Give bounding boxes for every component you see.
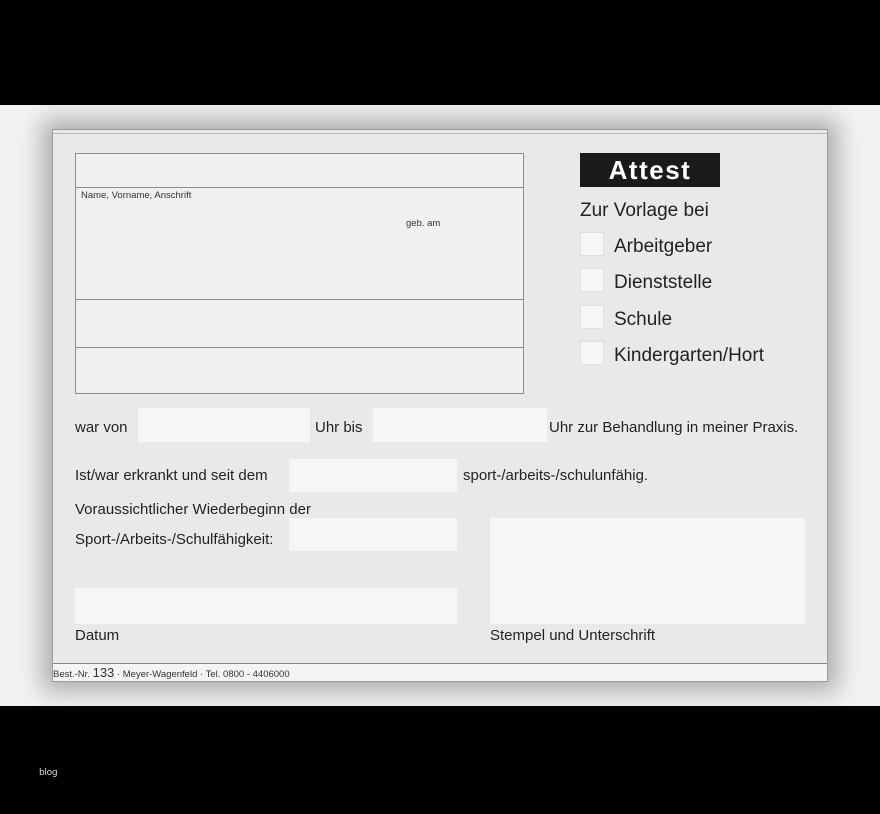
order-prefix: Best.-Nr. <box>53 669 90 680</box>
attest-form-card: Name, Vorname, Anschrift geb. am Attest … <box>52 129 828 682</box>
option-label: Schule <box>614 309 673 330</box>
resume-label-line1: Voraussichtlicher Wiederbeginn der <box>75 501 311 518</box>
card-top-rule <box>53 133 827 134</box>
birth-date-label: geb. am <box>406 218 441 229</box>
checkbox-schule[interactable] <box>580 305 604 329</box>
checkbox-dienststelle[interactable] <box>580 268 604 292</box>
visit-end-time-field[interactable] <box>373 408 547 442</box>
page-background: Name, Vorname, Anschrift geb. am Attest … <box>0 105 880 706</box>
checkbox-arbeitgeber[interactable] <box>580 232 604 256</box>
presentation-heading: Zur Vorlage bei <box>580 200 709 221</box>
watermark-text: blog <box>39 768 58 778</box>
option-label: Kindergarten/Hort <box>614 345 764 366</box>
option-label: Arbeitgeber <box>614 236 713 257</box>
date-field[interactable] <box>75 588 457 624</box>
visit-from-label: war von <box>75 419 128 436</box>
publisher-info: · Meyer-Wagenfeld · Tel. 0800 - 4406000 <box>116 669 290 680</box>
stamp-signature-field[interactable] <box>490 518 805 624</box>
date-label: Datum <box>75 627 120 644</box>
order-number: 133 <box>92 665 115 680</box>
address-divider <box>76 299 523 300</box>
visit-suffix-label: Uhr zur Behandlung in meiner Praxis. <box>549 419 799 436</box>
checkbox-kindergarten[interactable] <box>580 341 604 365</box>
form-title: Attest <box>580 153 720 187</box>
resume-label-line2: Sport-/Arbeits-/Schulfähigkeit: <box>75 531 274 548</box>
address-divider <box>76 347 523 348</box>
bottom-black-bar: blog <box>0 706 880 814</box>
visit-start-time-field[interactable] <box>138 408 310 442</box>
address-divider <box>76 187 523 188</box>
address-label: Name, Vorname, Anschrift <box>81 190 192 201</box>
resume-date-field[interactable] <box>289 518 457 551</box>
top-black-bar <box>0 0 880 105</box>
address-box: Name, Vorname, Anschrift geb. am <box>75 153 524 394</box>
order-footer: Best.-Nr. 133 · Meyer-Wagenfeld · Tel. 0… <box>53 664 827 681</box>
option-label: Dienststelle <box>614 272 713 293</box>
visit-until-label: Uhr bis <box>315 419 363 436</box>
unfit-label: sport-/arbeits-/schulunfähig. <box>463 467 649 484</box>
stamp-label: Stempel und Unterschrift <box>490 627 656 644</box>
ill-since-date-field[interactable] <box>289 459 457 492</box>
ill-since-label: Ist/war erkrankt und seit dem <box>75 467 268 484</box>
